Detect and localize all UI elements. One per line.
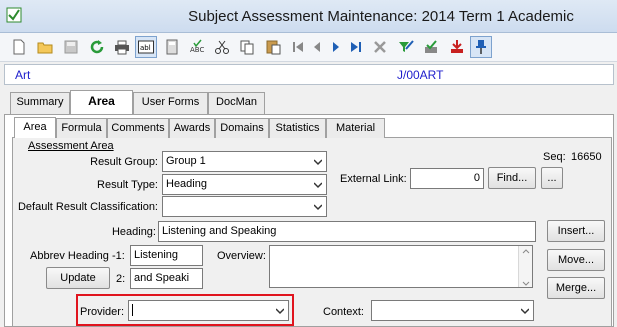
next-record-icon[interactable] [325,36,347,58]
save-icon[interactable] [60,36,82,58]
chevron-down-icon [314,182,322,189]
subject-code: J/00ART [397,68,444,82]
title-bar: Subject Assessment Maintenance: 2014 Ter… [0,0,617,33]
pin-icon[interactable] [470,36,492,58]
import-icon[interactable] [446,36,468,58]
tab-docman[interactable]: DocMan [208,92,265,114]
spellcheck-icon[interactable]: ABC [187,36,209,58]
update-button[interactable]: Update [46,267,110,289]
last-record-icon[interactable] [345,36,367,58]
text-field-icon[interactable]: abl [135,36,157,58]
subject-name: Art [15,68,31,82]
result-type-value: Heading [166,178,207,190]
svg-text:ABC: ABC [190,46,204,54]
result-group-label: Result Group: [90,156,158,168]
chevron-down-icon [276,308,284,315]
abbrev-heading-1-input[interactable]: Listening [130,245,203,266]
tab-user-forms[interactable]: User Forms [133,92,208,114]
seq-label: Seq: [543,151,566,163]
result-group-select[interactable]: Group 1 [162,151,327,172]
copy-icon[interactable] [236,36,258,58]
merge-button[interactable]: Merge... [547,277,605,299]
subtab-formula[interactable]: Formula [56,118,107,138]
subtab-material[interactable]: Material [326,118,385,138]
chevron-down-icon [521,308,529,315]
external-link-input[interactable]: 0 [410,168,484,189]
paste-icon[interactable] [262,36,284,58]
default-classification-label: Default Result Classification: [17,201,158,213]
seq-value: 16650 [571,151,602,163]
tab-summary[interactable]: Summary [10,92,70,114]
approve-icon[interactable] [420,36,442,58]
delete-icon[interactable] [369,36,391,58]
abbrev-heading-2-label: 2: [116,273,126,285]
subtab-area[interactable]: Area [14,117,56,138]
cut-icon[interactable] [211,36,233,58]
toolbar: abl ABC [0,33,617,62]
context-label: Context: [323,306,364,318]
overview-scrollbar[interactable] [518,246,532,287]
record-header: Art J/00ART [4,64,614,85]
default-classification-select[interactable] [162,196,327,217]
filter-icon[interactable] [395,36,417,58]
chevron-down-icon [314,159,322,166]
subtab-comments[interactable]: Comments [107,118,169,138]
context-select[interactable] [371,300,534,321]
window-title: Subject Assessment Maintenance: 2014 Ter… [188,8,574,25]
refresh-icon[interactable] [86,36,108,58]
result-type-select[interactable]: Heading [162,174,327,195]
provider-select[interactable] [128,300,289,321]
print-icon[interactable] [111,36,133,58]
abbrev-heading-label: Abbrev Heading -1: [30,250,125,262]
find-button[interactable]: Find... [488,167,536,189]
provider-label: Provider: [80,306,125,318]
svg-text:abl: abl [140,44,151,52]
external-link-label: External Link: [340,173,407,185]
tab-area[interactable]: Area [70,90,133,114]
chevron-down-icon [314,204,322,211]
heading-label: Heading: [111,226,156,238]
open-icon[interactable] [34,36,56,58]
overview-textarea[interactable] [269,245,533,288]
ellipsis-button[interactable]: ... [541,167,563,189]
move-button[interactable]: Move... [547,249,605,271]
section-title: Assessment Area [28,140,114,152]
heading-input[interactable]: Listening and Speaking [158,221,536,242]
subtab-domains[interactable]: Domains [215,118,269,138]
overview-label: Overview: [217,250,266,262]
calculator-icon[interactable] [161,36,183,58]
text-cursor [132,304,133,317]
subtab-awards[interactable]: Awards [169,118,215,138]
abbrev-heading-2-input[interactable]: and Speaki [130,268,203,289]
subtab-statistics[interactable]: Statistics [269,118,326,138]
result-group-value: Group 1 [166,155,206,167]
insert-button[interactable]: Insert... [547,220,605,242]
new-icon[interactable] [8,36,30,58]
scroll-arrows-icon [522,249,530,286]
result-type-label: Result Type: [97,179,158,191]
